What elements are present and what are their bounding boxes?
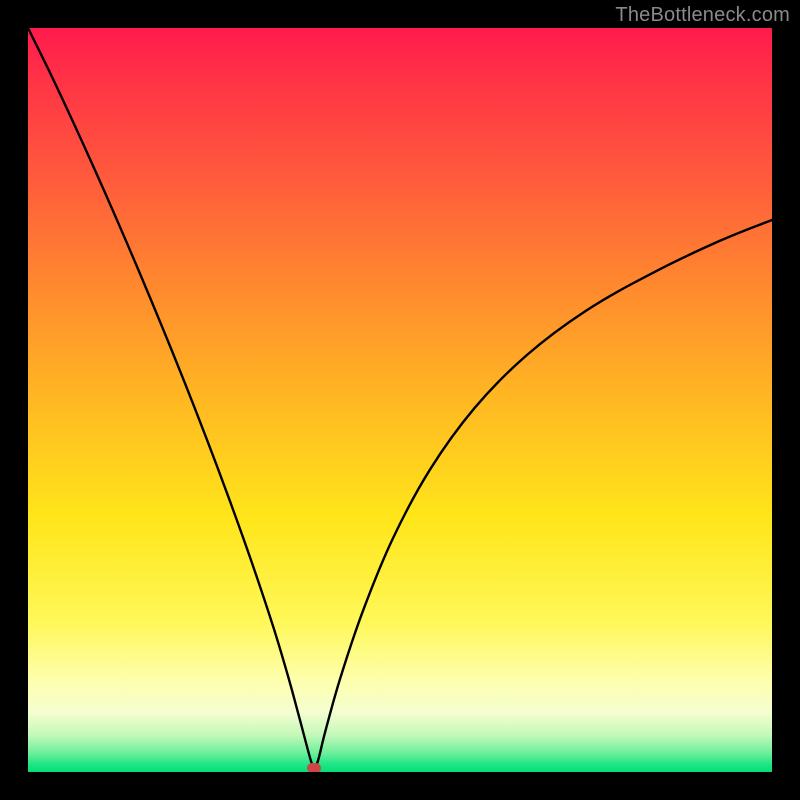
chart-frame: TheBottleneck.com [0,0,800,800]
bottleneck-curve [28,28,772,768]
watermark-text: TheBottleneck.com [615,4,790,27]
optimum-marker [307,763,321,772]
plot-area [28,28,772,772]
curve-svg [28,28,772,772]
